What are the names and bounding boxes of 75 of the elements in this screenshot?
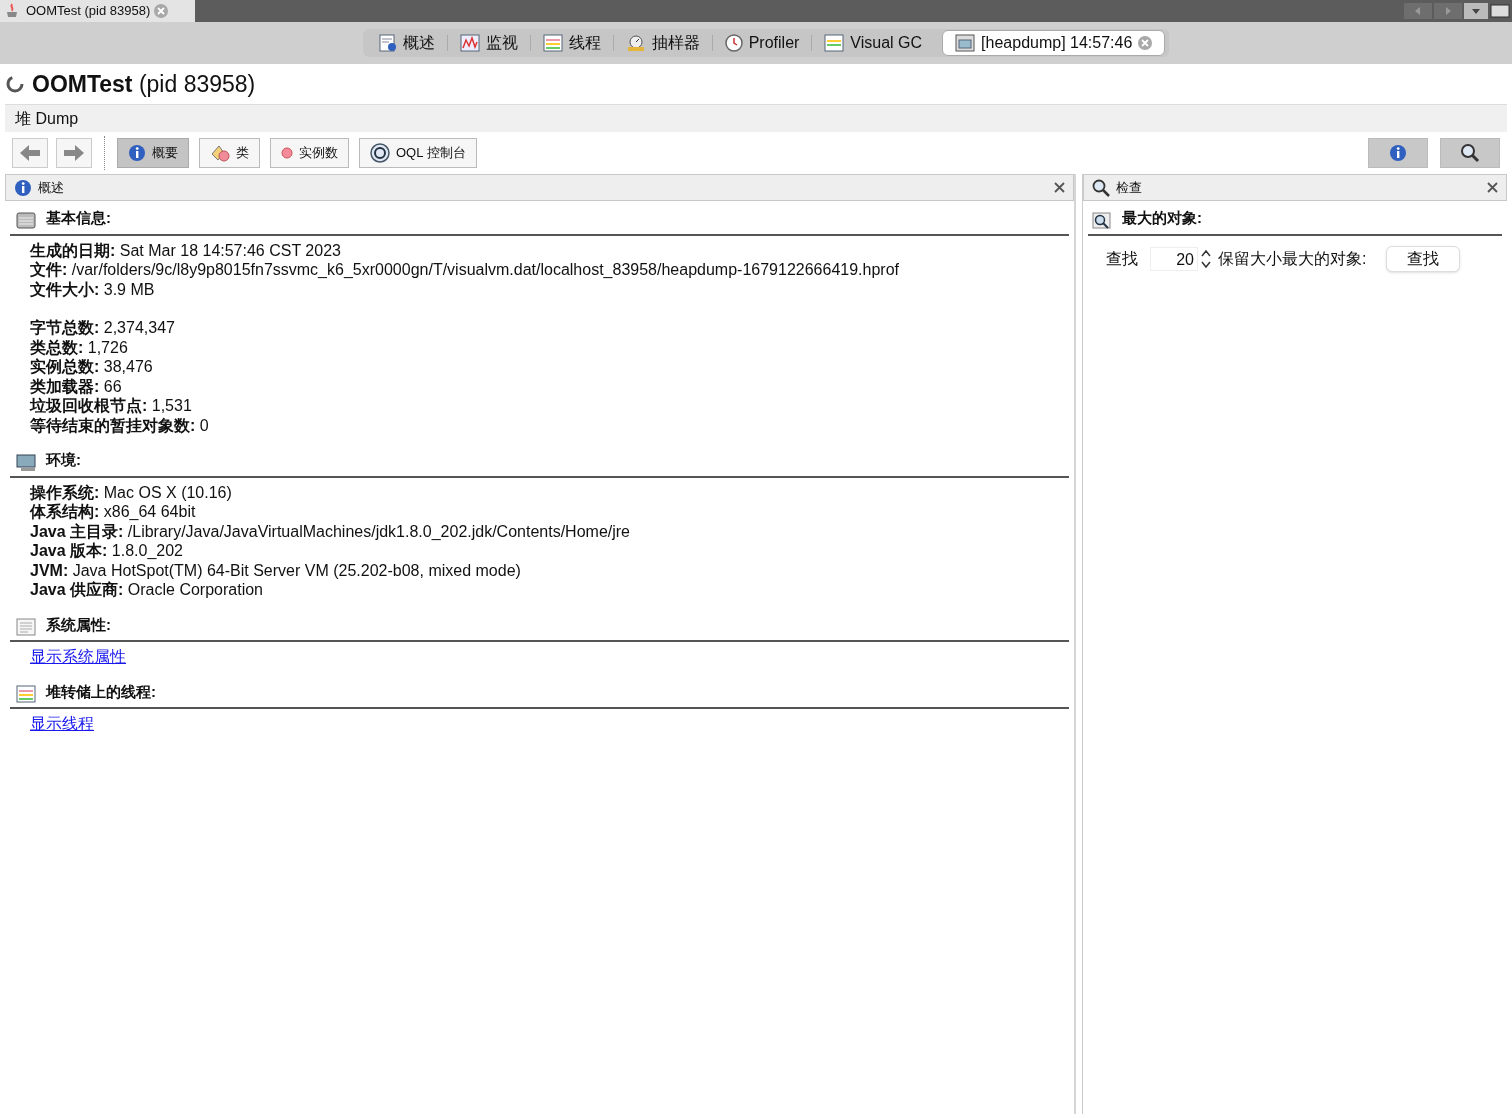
section-title: 堆 Dump (15, 108, 79, 129)
info-line: 文件大小: 3.9 MB (30, 279, 156, 299)
shapes-icon (210, 144, 230, 162)
section-heading: 堆转储上的线程: (46, 681, 156, 702)
search-icon (1460, 143, 1480, 163)
link[interactable]: 显示系统属性 (30, 648, 126, 665)
table-icon (824, 34, 845, 52)
document-icon (16, 618, 36, 636)
find-label: 查找 (1106, 248, 1138, 269)
info-line: 生成的日期: Sat Mar 18 14:57:46 CST 2023 (30, 240, 342, 260)
info-line: 类总数: 1,726 (30, 337, 129, 357)
monitor-icon (16, 453, 36, 472)
left-arrow-icon (19, 144, 41, 162)
info-line: 类加载器: 66 (30, 376, 123, 396)
info-line: Java 供应商: Oracle Corporation (30, 580, 264, 600)
info-line: Java 主目录: /Library/Java/JavaVirtualMachines/jdk1.8.0_202.jdk/Contents/Home/jre (30, 521, 631, 541)
panel-icon (16, 211, 36, 230)
view-tab[interactable]: Profiler (712, 30, 812, 56)
info-line: 文件: /var/folders/9c/l8y9p8015fn7ssvmc_k6_5xr0000gn/T/visualvm.dat/localhost_83958/heapdump-1679122666419.hprof (30, 260, 900, 280)
info-icon (1389, 144, 1407, 162)
view-tab[interactable]: 线程 (530, 30, 613, 56)
heap-icon (955, 34, 976, 52)
view-tab[interactable]: [heapdump] 14:57:46 (942, 30, 1166, 56)
view-tab[interactable]: Visual GC (812, 30, 935, 56)
section-heading: 最大的对象: (1122, 208, 1202, 228)
maximize-icon[interactable] (1490, 3, 1510, 19)
info-button[interactable] (1368, 138, 1428, 168)
toolbar-tab[interactable]: 类 (199, 138, 260, 168)
right-arrow-icon (63, 144, 85, 162)
toolbar-tab[interactable]: OQL 控制台 (359, 138, 477, 168)
find-button[interactable]: 查找 (1386, 245, 1461, 272)
info-line: 操作系统: Mac OS X (10.16) (30, 482, 233, 502)
view-tab[interactable]: 抽样器 (613, 30, 712, 56)
page-title: OOMTest (pid 83958) (32, 69, 256, 99)
count-field[interactable]: 20 (1150, 246, 1198, 271)
info-line: 体系结构: x86_64 64bit (30, 502, 197, 522)
info-line: 等待结束的暂挂对象数: 0 (30, 415, 210, 435)
dot-icon (281, 147, 293, 159)
chart-icon (459, 34, 480, 52)
clock-icon (724, 34, 743, 52)
info-icon (14, 178, 32, 197)
info-icon (128, 144, 146, 162)
section-heading: 基本信息: (46, 208, 111, 228)
search-button[interactable] (1440, 138, 1500, 168)
close-icon[interactable] (1487, 182, 1498, 193)
info-line: 垃圾回收根节点: 1,531 (30, 396, 193, 416)
view-tab[interactable]: 概述 (366, 30, 447, 56)
forward-button[interactable] (56, 138, 92, 168)
console-icon (370, 143, 390, 163)
info-line: JVM: Java HotSpot(TM) 64-Bit Server VM (25.202-b08, mixed mode) (30, 560, 522, 580)
section-heading: 环境: (46, 450, 81, 470)
search-icon (1092, 178, 1110, 197)
magnifier-icon (1092, 211, 1112, 230)
gauge-icon (625, 34, 646, 52)
back-button[interactable] (12, 138, 48, 168)
window-tab-title: OOMTest (pid 83958) (26, 2, 151, 21)
toolbar-tab[interactable]: 概要 (117, 138, 189, 168)
section-heading: 系统属性: (46, 614, 111, 635)
toolbar-tab[interactable]: 实例数 (270, 138, 349, 168)
list-icon (542, 34, 563, 52)
info-line: 字节总数: 2,374,347 (30, 318, 176, 338)
view-tab[interactable]: 监视 (447, 30, 530, 56)
window-tab[interactable]: OOMTest (pid 83958) (0, 0, 195, 22)
count-label: 保留大小最大的对象: (1218, 248, 1367, 269)
close-icon[interactable] (1054, 182, 1065, 193)
document-icon (378, 34, 397, 52)
info-line: Java 版本: 1.8.0_202 (30, 541, 184, 561)
spinner-arrows-icon[interactable] (1200, 247, 1212, 270)
list-icon (16, 685, 36, 703)
link[interactable]: 显示线程 (30, 715, 94, 732)
loading-icon (6, 75, 24, 93)
info-line: 实例总数: 38,476 (30, 357, 154, 377)
dropdown-icon[interactable] (1464, 3, 1488, 19)
panel-title: 检查 (1116, 178, 1143, 197)
panel-title: 概述 (38, 178, 65, 197)
